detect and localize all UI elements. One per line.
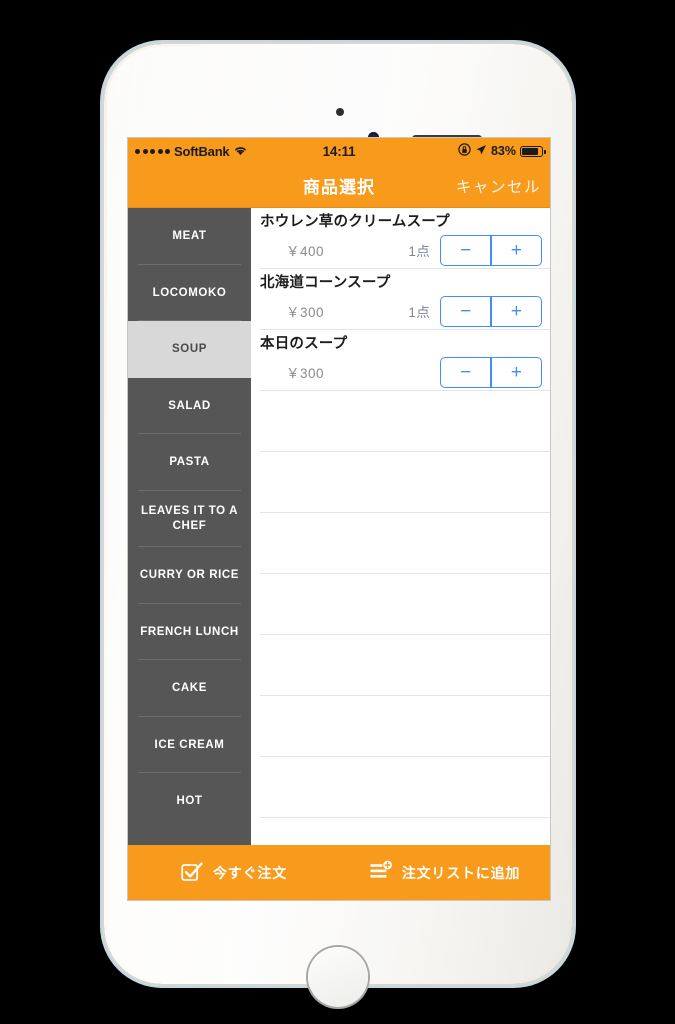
sidebar-item-pasta[interactable]: PASTA [128, 434, 251, 491]
sidebar-item-label: LOCOMOKO [152, 286, 227, 299]
location-arrow-icon [475, 144, 487, 159]
increment-button[interactable]: + [492, 236, 541, 265]
sidebar-item-french-lunch[interactable]: FRENCH LUNCH [128, 604, 251, 661]
sidebar-item-meat[interactable]: MEAT [128, 208, 251, 265]
signal-strength-icon [135, 148, 170, 154]
sidebar-item-label: MEAT [172, 230, 207, 243]
product-price: ￥300 [286, 305, 325, 321]
product-quantity: 1点 [408, 305, 430, 321]
sidebar-item-label: CURRY OR RICE [139, 569, 240, 582]
product-name: ホウレン草のクリームスープ [260, 214, 450, 230]
table-row[interactable]: 本日のスープ ￥300 − + [251, 330, 550, 391]
sidebar-item-label: PASTA [169, 456, 210, 469]
carrier-label: SoftBank [174, 143, 230, 159]
list-item-empty [251, 757, 550, 818]
order-now-button[interactable]: 今すぐ注文 [128, 860, 339, 887]
checkbox-check-icon [180, 860, 204, 887]
sidebar-item-label: HOT [176, 795, 203, 808]
proximity-sensor-icon [336, 108, 344, 116]
sidebar-item-label: FRENCH LUNCH [140, 625, 239, 638]
sidebar-item-salad[interactable]: SALAD [128, 378, 251, 435]
quantity-stepper[interactable]: − + [440, 295, 542, 327]
sidebar-item-label: SALAD [168, 399, 211, 412]
wifi-icon [233, 144, 248, 159]
bottom-toolbar: 今すぐ注文 注文リストに追加 [128, 845, 550, 900]
sidebar-item-locomoko[interactable]: LOCOMOKO [128, 265, 251, 322]
status-bar: SoftBank 14:11 83% [128, 138, 550, 164]
product-list: ホウレン草のクリームスープ ￥400 1点 − + 北海道コーンスープ ￥300… [251, 208, 550, 845]
phone-screen: SoftBank 14:11 83% 商品選択 キャンセル MEAT LOCOM… [128, 138, 550, 900]
list-item-empty [251, 391, 550, 452]
category-sidebar[interactable]: MEAT LOCOMOKO SOUP SALAD PASTA LEAVES IT… [128, 208, 251, 845]
list-add-icon [369, 860, 393, 887]
status-bar-left: SoftBank [135, 144, 248, 159]
increment-button[interactable]: + [492, 297, 541, 326]
product-name: 北海道コーンスープ [260, 275, 391, 291]
add-to-order-list-button[interactable]: 注文リストに追加 [339, 860, 550, 887]
cancel-button[interactable]: キャンセル [456, 175, 541, 197]
rotation-lock-icon [458, 143, 471, 159]
table-row[interactable]: 北海道コーンスープ ￥300 1点 − + [251, 269, 550, 330]
sidebar-item-label: SOUP [172, 343, 207, 356]
list-item-empty [251, 452, 550, 513]
product-quantity: 1点 [408, 244, 430, 260]
product-meta: ￥300 1点 − + [260, 295, 542, 327]
list-item-empty [251, 696, 550, 757]
product-name: 本日のスープ [260, 336, 348, 352]
sidebar-item-hot[interactable]: HOT [128, 773, 251, 830]
quantity-stepper[interactable]: − + [440, 356, 542, 388]
navigation-bar: 商品選択 キャンセル [128, 164, 550, 208]
product-price: ￥400 [286, 244, 325, 260]
sidebar-item-curry-or-rice[interactable]: CURRY OR RICE [128, 547, 251, 604]
add-to-order-list-label: 注文リストに追加 [401, 865, 521, 881]
sidebar-item-ice-cream[interactable]: ICE CREAM [128, 717, 251, 774]
decrement-button[interactable]: − [441, 297, 490, 326]
sidebar-item-leaves-it-to-a-chef[interactable]: LEAVES IT TO A CHEF [128, 491, 251, 548]
sidebar-item-label: ICE CREAM [154, 738, 225, 751]
list-item-empty [251, 635, 550, 696]
increment-button[interactable]: + [492, 358, 541, 387]
product-price: ￥300 [286, 366, 325, 382]
status-bar-right: 83% [458, 143, 546, 159]
list-item-empty [251, 513, 550, 574]
sidebar-item-cake[interactable]: CAKE [128, 660, 251, 717]
decrement-button[interactable]: − [441, 358, 490, 387]
sidebar-item-label: LEAVES IT TO A CHEF [140, 505, 238, 532]
sidebar-item-label: CAKE [172, 682, 207, 695]
iphone-device: SoftBank 14:11 83% 商品選択 キャンセル MEAT LOCOM… [104, 44, 572, 1007]
product-meta: ￥300 − + [260, 356, 542, 388]
decrement-button[interactable]: − [441, 236, 490, 265]
list-item-empty [251, 574, 550, 635]
battery-icon [520, 145, 546, 157]
content-area: MEAT LOCOMOKO SOUP SALAD PASTA LEAVES IT… [128, 208, 550, 845]
product-meta: ￥400 1点 − + [260, 234, 542, 266]
table-row[interactable]: ホウレン草のクリームスープ ￥400 1点 − + [251, 208, 550, 269]
order-now-label: 今すぐ注文 [213, 865, 287, 881]
home-button[interactable] [308, 947, 368, 1007]
sidebar-item-soup[interactable]: SOUP [128, 321, 251, 378]
quantity-stepper[interactable]: − + [440, 234, 542, 266]
battery-percent-label: 83% [490, 144, 516, 158]
